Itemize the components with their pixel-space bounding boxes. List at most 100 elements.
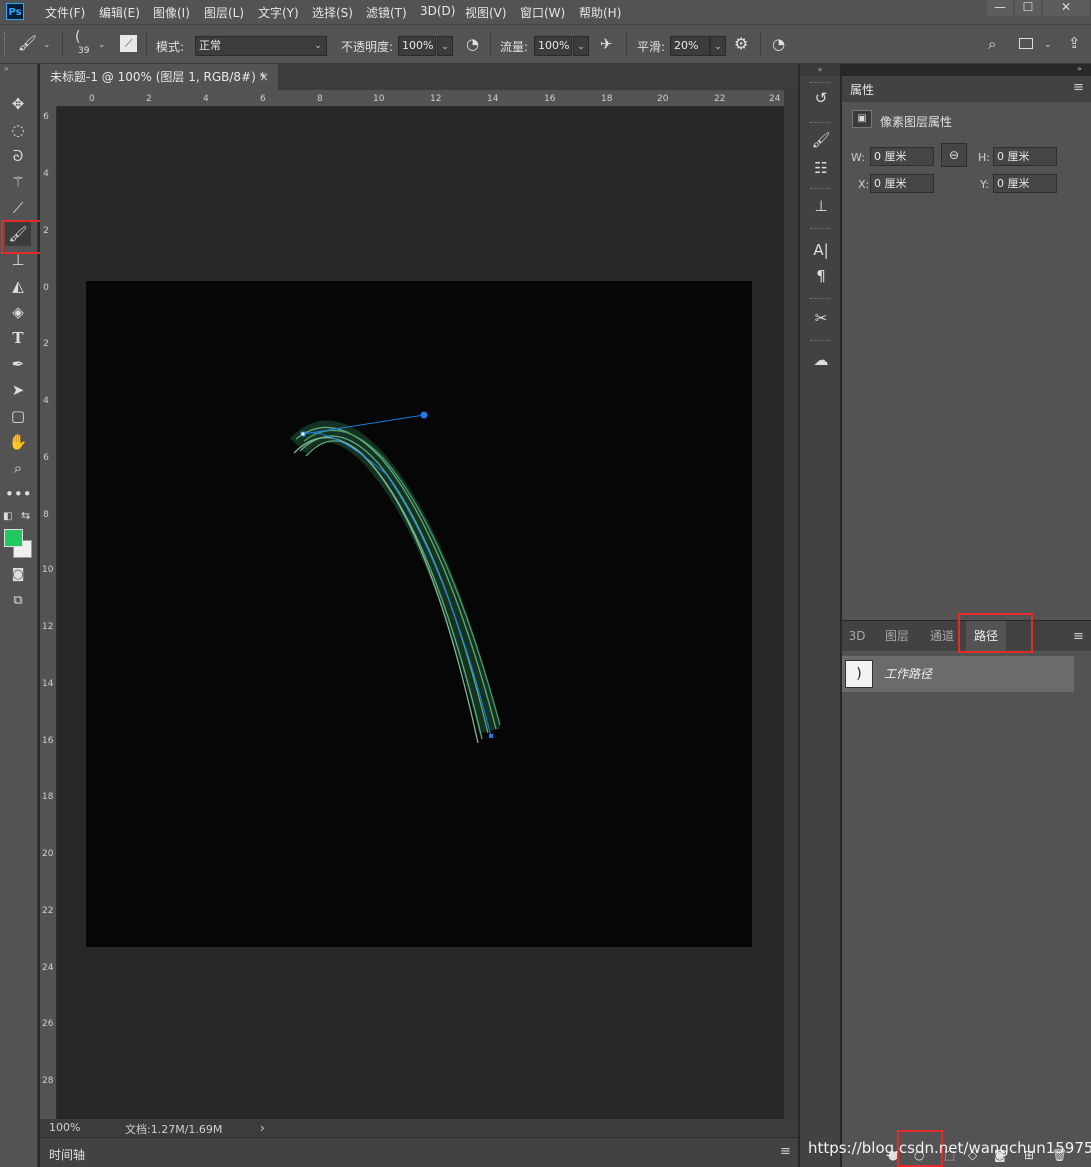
mode-select[interactable]: 正常 bbox=[195, 36, 327, 56]
brush-panel-icon[interactable]: 🖌 bbox=[808, 128, 834, 152]
collapse-tools-icon[interactable]: » bbox=[4, 64, 9, 73]
watermark: https://blog.csdn.net/wangchun159753 bbox=[808, 1139, 1091, 1157]
opacity-input[interactable]: 100% bbox=[398, 36, 436, 56]
mode-chevron-icon[interactable]: ⌄ bbox=[310, 36, 326, 56]
flow-input[interactable]: 100% bbox=[534, 36, 572, 56]
menu-help[interactable]: 帮助(H) bbox=[579, 4, 621, 21]
workspace-icon[interactable] bbox=[1019, 38, 1033, 49]
ruler-tick: 2 bbox=[146, 94, 152, 104]
history-icon[interactable]: ↺ bbox=[808, 86, 834, 110]
flow-chevron-icon[interactable]: ⌄ bbox=[573, 36, 589, 56]
menu-edit[interactable]: 编辑(E) bbox=[99, 4, 140, 21]
ruler-tick: 8 bbox=[43, 510, 49, 520]
swap-colors-icon[interactable]: ⇆ bbox=[21, 509, 30, 522]
ruler-tick: 22 bbox=[714, 94, 726, 104]
path-row[interactable]: ) 工作路径 bbox=[842, 656, 1074, 692]
menu-filter[interactable]: 滤镜(T) bbox=[366, 4, 407, 21]
magic-wand-tool-icon[interactable]: ⚚ bbox=[5, 170, 31, 194]
collapse-panels-icon[interactable]: » bbox=[1077, 64, 1082, 73]
rectangle-tool-icon[interactable]: ▢ bbox=[5, 404, 31, 428]
direction-handle-point bbox=[420, 411, 428, 419]
menu-view[interactable]: 视图(V) bbox=[465, 4, 507, 21]
menu-3d[interactable]: 3D(D) bbox=[420, 4, 455, 18]
collapse-dock-icon[interactable]: « bbox=[800, 64, 840, 76]
restore-button[interactable]: ☐ bbox=[1015, 0, 1041, 16]
menu-window[interactable]: 窗口(W) bbox=[520, 4, 565, 21]
smoothing-input[interactable]: 20% bbox=[670, 36, 710, 56]
pressure-opacity-icon[interactable]: ◔ bbox=[466, 35, 479, 53]
y-field[interactable]: 0 厘米 bbox=[993, 174, 1057, 193]
menu-type[interactable]: 文字(Y) bbox=[258, 4, 299, 21]
ruler-tick: 26 bbox=[42, 1019, 54, 1029]
height-field[interactable]: 0 厘米 bbox=[993, 147, 1057, 166]
type-tool-icon[interactable]: T bbox=[5, 326, 31, 350]
timeline-label[interactable]: 时间轴 bbox=[49, 1146, 85, 1163]
quick-mask-icon[interactable]: ◙ bbox=[5, 563, 31, 587]
x-label: X: bbox=[858, 178, 870, 191]
timeline-menu-icon[interactable]: ≡ bbox=[780, 1144, 791, 1159]
properties-menu-icon[interactable]: ≡ bbox=[1073, 80, 1084, 95]
width-field[interactable]: 0 厘米 bbox=[870, 147, 934, 166]
character-icon[interactable]: A| bbox=[808, 238, 834, 262]
brush-settings-icon[interactable]: ⟋ bbox=[120, 35, 137, 52]
workspace-chevron-icon[interactable]: ⌄ bbox=[1044, 40, 1052, 50]
status-menu-arrow[interactable]: › bbox=[260, 1121, 265, 1135]
brush-shape-icon[interactable]: ( bbox=[75, 29, 80, 45]
path-name[interactable]: 工作路径 bbox=[884, 665, 932, 682]
clone-source-icon[interactable]: ⊥ bbox=[808, 194, 834, 218]
vertical-scrollbar[interactable] bbox=[784, 90, 798, 1119]
marquee-tool-icon[interactable]: ◌ bbox=[5, 118, 31, 142]
brush-size-value[interactable]: 39 bbox=[78, 46, 89, 56]
ruler-tick: 10 bbox=[42, 565, 54, 575]
eyedropper-tool-icon[interactable]: ⟋ bbox=[5, 196, 31, 220]
clone-stamp-tool-icon[interactable]: ⊥ bbox=[5, 248, 31, 272]
tool-presets-icon[interactable]: ✂ bbox=[808, 306, 834, 330]
paragraph-icon[interactable]: ¶ bbox=[808, 264, 834, 288]
path-selection-tool-icon[interactable]: ➤ bbox=[5, 378, 31, 402]
menu-select[interactable]: 选择(S) bbox=[312, 4, 353, 21]
ruler-tick: 6 bbox=[43, 112, 49, 122]
x-field[interactable]: 0 厘米 bbox=[870, 174, 934, 193]
tab-3d[interactable]: 3D bbox=[844, 621, 870, 651]
brush-tool-preset-icon[interactable]: 🖌 bbox=[18, 34, 37, 52]
close-tab-icon[interactable]: × bbox=[259, 64, 269, 90]
airbrush-icon[interactable]: ✈ bbox=[600, 35, 613, 53]
opacity-chevron-icon[interactable]: ⌄ bbox=[437, 36, 453, 56]
separator bbox=[490, 32, 491, 56]
menu-file[interactable]: 文件(F) bbox=[45, 4, 85, 21]
zoom-tool-icon[interactable]: ⌕ bbox=[5, 456, 31, 480]
share-icon[interactable]: ⇪ bbox=[1068, 34, 1081, 52]
menu-image[interactable]: 图像(I) bbox=[153, 4, 190, 21]
eraser-tool-icon[interactable]: ◭ bbox=[5, 274, 31, 298]
lasso-tool-icon[interactable]: ᘐ bbox=[5, 144, 31, 168]
chevron-down-icon[interactable]: ⌄ bbox=[43, 40, 51, 50]
link-icon[interactable]: ⊖ bbox=[941, 143, 967, 167]
more-tools-icon[interactable]: ••• bbox=[5, 482, 32, 506]
tab-channels[interactable]: 通道 bbox=[922, 621, 962, 651]
tab-layers[interactable]: 图层 bbox=[878, 621, 916, 651]
menu-layer[interactable]: 图层(L) bbox=[204, 4, 244, 21]
move-tool-icon[interactable]: ✥ bbox=[5, 92, 31, 116]
foreground-color-swatch[interactable] bbox=[4, 529, 23, 547]
pressure-size-icon[interactable]: ◔ bbox=[772, 35, 785, 53]
adjustments-icon[interactable]: ☷ bbox=[808, 156, 834, 180]
search-icon[interactable]: ⌕ bbox=[988, 35, 996, 53]
timeline-panel: 时间轴 ≡ bbox=[40, 1137, 798, 1167]
pen-tool-icon[interactable]: ✒ bbox=[5, 352, 31, 376]
ruler-tick: 24 bbox=[42, 963, 54, 973]
close-window-button[interactable]: ✕ bbox=[1043, 0, 1089, 16]
gear-icon[interactable]: ⚙ bbox=[734, 34, 748, 53]
hand-tool-icon[interactable]: ✋ bbox=[5, 430, 31, 454]
ruler-tick: 12 bbox=[430, 94, 442, 104]
paint-bucket-tool-icon[interactable]: ◈ bbox=[5, 300, 31, 324]
document-tab[interactable]: 未标题-1 @ 100% (图层 1, RGB/8#) * bbox=[40, 64, 278, 90]
default-colors-icon[interactable]: ◧ bbox=[3, 511, 12, 522]
paths-panel-menu-icon[interactable]: ≡ bbox=[1073, 629, 1084, 644]
screen-mode-icon[interactable]: ⧉ bbox=[5, 589, 31, 613]
libraries-icon[interactable]: ☁ bbox=[808, 348, 834, 372]
zoom-level[interactable]: 100% bbox=[49, 1121, 80, 1134]
smoothing-chevron-icon[interactable]: ⌄ bbox=[710, 36, 726, 56]
properties-title[interactable]: 属性 bbox=[850, 81, 874, 98]
minimize-button[interactable]: — bbox=[987, 0, 1013, 16]
brush-picker-chevron-icon[interactable]: ⌄ bbox=[98, 40, 106, 50]
